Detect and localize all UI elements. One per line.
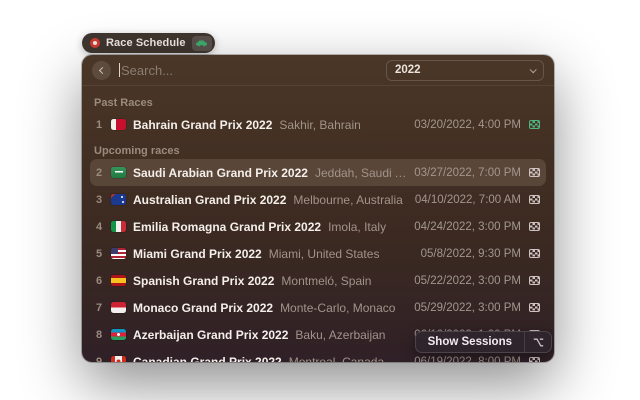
checkered-flag-icon [529,120,540,129]
search-input[interactable]: Search... [119,55,378,85]
race-location: Imola, Italy [328,220,386,234]
race-row[interactable]: 2 Saudi Arabian Grand Prix 2022 Jeddah, Sa… [90,159,546,186]
spain-flag-icon [111,275,126,286]
race-datetime: 03/27/2022, 7:00 PM [414,167,521,179]
row-accessories: 05/22/2022, 3:00 PM [414,275,540,287]
row-accessories: 04/24/2022, 3:00 PM [414,221,540,233]
italy-flag-icon [111,221,126,232]
text-caret [119,63,120,77]
race-location: Miami, United States [269,247,380,261]
race-datetime: 05/8/2022, 9:30 PM [421,248,521,260]
extension-pill[interactable]: Race Schedule [82,33,215,53]
race-location: Montmeló, Spain [281,274,371,288]
race-datetime: 04/24/2022, 3:00 PM [414,221,521,233]
checkered-flag-icon [529,222,540,231]
row-number: 7 [94,302,104,314]
record-icon [90,38,100,48]
row-number: 3 [94,194,104,206]
race-title: Canadian Grand Prix 2022 [133,355,282,363]
checkered-flag-icon [529,303,540,312]
row-number: 8 [94,329,104,341]
search-placeholder: Search... [121,63,173,78]
race-title: Spanish Grand Prix 2022 [133,274,274,288]
canada-flag-icon [111,356,126,362]
checkered-flag-icon [529,276,540,285]
row-number: 2 [94,167,104,179]
search-bar: Search... 2022 [82,55,554,86]
extension-title: Race Schedule [106,37,186,49]
section-title: Upcoming races [90,138,546,159]
checkered-flag-icon [529,195,540,204]
race-location: Monte-Carlo, Monaco [280,301,395,315]
row-number: 5 [94,248,104,260]
monaco-flag-icon [111,302,126,313]
race-title: Saudi Arabian Grand Prix 2022 [133,166,308,180]
race-row[interactable]: 6 Spanish Grand Prix 2022 Montmeló, Spain 0… [90,267,546,294]
race-title: Bahrain Grand Prix 2022 [133,118,272,132]
row-accessories: 05/8/2022, 9:30 PM [421,248,540,260]
race-datetime: 05/29/2022, 3:00 PM [414,302,521,314]
race-row[interactable]: 3 Australian Grand Prix 2022 Melbourne, Au… [90,186,546,213]
race-datetime: 05/22/2022, 3:00 PM [414,275,521,287]
race-car-chip [192,36,212,51]
race-car-icon [195,39,208,48]
saudi-flag-icon [111,167,126,178]
race-title: Miami Grand Prix 2022 [133,247,262,261]
azerbaijan-flag-icon [111,329,126,340]
race-location: Montreal, Canada [289,355,384,363]
race-location: Sakhir, Bahrain [279,118,360,132]
option-key-icon [525,338,551,347]
show-sessions-button[interactable]: Show Sessions [415,331,552,353]
row-accessories: 06/19/2022, 8:00 PM [414,356,540,363]
season-dropdown-value: 2022 [395,64,524,76]
race-title: Monaco Grand Prix 2022 [133,301,273,315]
race-location: Baku, Azerbaijan [295,328,385,342]
race-schedule-window: Search... 2022 Past Races 1 Bahrain Grand … [82,55,554,362]
row-accessories: 03/27/2022, 7:00 PM [414,167,540,179]
chevron-down-icon [530,66,537,73]
race-row[interactable]: 7 Monaco Grand Prix 2022 Monte-Carlo, Mona… [90,294,546,321]
row-number: 9 [94,356,104,363]
row-accessories: 03/20/2022, 4:00 PM [414,119,540,131]
bahrain-flag-icon [111,119,126,130]
row-number: 6 [94,275,104,287]
race-title: Australian Grand Prix 2022 [133,193,286,207]
race-title: Emilia Romagna Grand Prix 2022 [133,220,321,234]
race-location: Melbourne, Australia [293,193,402,207]
show-sessions-label: Show Sessions [416,336,524,348]
race-datetime: 04/10/2022, 7:00 AM [415,194,521,206]
usa-flag-icon [111,248,126,259]
section-title: Past Races [90,90,546,111]
race-title: Azerbaijan Grand Prix 2022 [133,328,288,342]
race-row[interactable]: 5 Miami Grand Prix 2022 Miami, United Stat… [90,240,546,267]
row-number: 1 [94,119,104,131]
checkered-flag-icon [529,168,540,177]
season-dropdown[interactable]: 2022 [386,60,544,81]
race-datetime: 06/19/2022, 8:00 PM [414,356,521,363]
race-location: Jeddah, Saudi Arabia [315,166,407,180]
row-accessories: 04/10/2022, 7:00 AM [415,194,540,206]
row-accessories: 05/29/2022, 3:00 PM [414,302,540,314]
checkered-flag-icon [529,357,540,362]
chevron-left-icon [99,66,106,73]
australia-flag-icon [111,194,126,205]
back-button[interactable] [92,61,111,80]
race-row[interactable]: 4 Emilia Romagna Grand Prix 2022 Imola, It… [90,213,546,240]
row-number: 4 [94,221,104,233]
race-datetime: 03/20/2022, 4:00 PM [414,119,521,131]
race-list: Past Races 1 Bahrain Grand Prix 2022 Sakhir… [82,86,554,362]
race-row[interactable]: 1 Bahrain Grand Prix 2022 Sakhir, Bahrain 0… [90,111,546,138]
checkered-flag-icon [529,249,540,258]
